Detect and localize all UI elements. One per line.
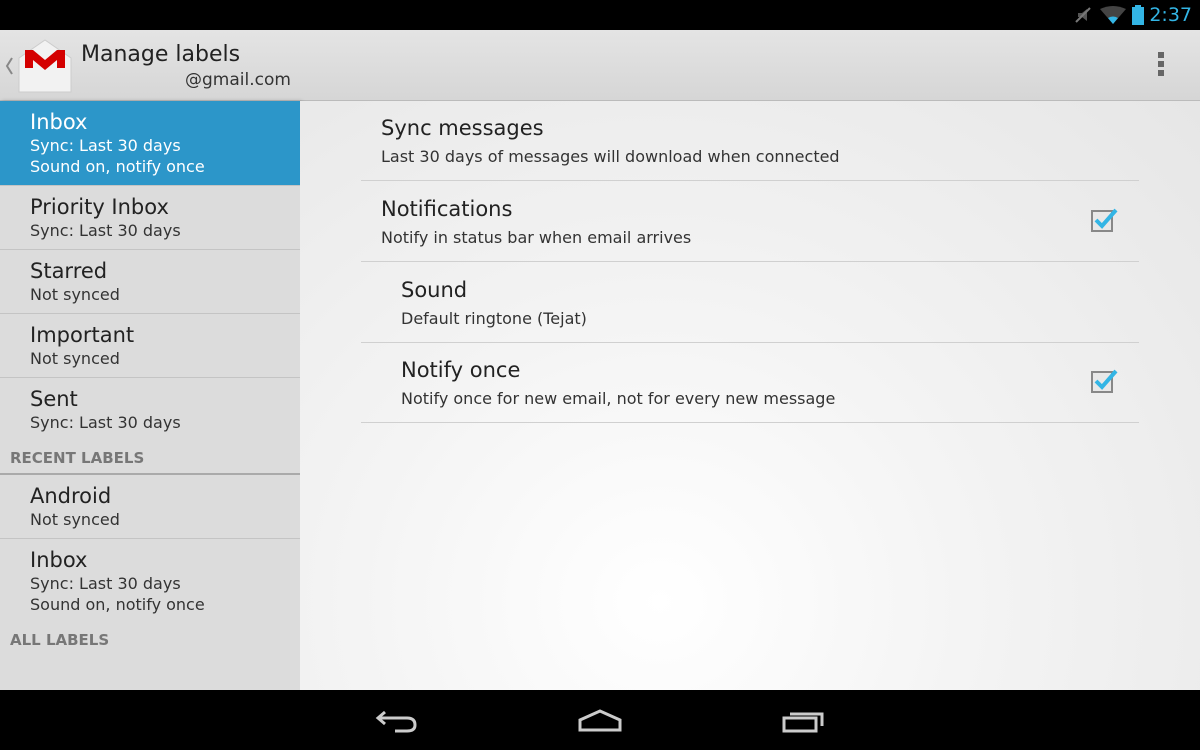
setting-title: Notifications	[381, 197, 513, 221]
gmail-logo-icon	[18, 39, 72, 93]
label-settings: Sync messages Last 30 days of messages wi…	[300, 101, 1200, 690]
label-sound: Sound on, notify once	[30, 157, 205, 176]
label-list[interactable]: Inbox Sync: Last 30 days Sound on, notify …	[0, 101, 300, 690]
back-icon[interactable]	[375, 708, 419, 734]
label-name: Android	[30, 484, 112, 508]
recent-labels-header: RECENT LABELS	[0, 441, 300, 475]
navigation-bar	[0, 690, 1200, 750]
account-email: @gmail.com	[185, 70, 291, 90]
clock: 2:37	[1149, 4, 1192, 26]
setting-desc: Notify once for new email, not for every…	[401, 389, 836, 408]
all-labels-header: ALL LABELS	[10, 631, 110, 649]
mute-icon	[1075, 7, 1091, 23]
checkmark-icon	[1094, 208, 1118, 229]
label-item-recent-inbox[interactable]: Inbox Sync: Last 30 days Sound on, notify …	[0, 539, 300, 623]
wifi-icon	[1100, 6, 1126, 24]
label-name: Priority Inbox	[30, 195, 169, 219]
page-title: Manage labels	[81, 42, 241, 67]
action-bar: Manage labels @gmail.com	[0, 30, 1200, 101]
setting-title: Notify once	[401, 358, 521, 382]
label-name: Starred	[30, 259, 108, 283]
battery-icon	[1132, 5, 1144, 25]
label-sound: Sound on, notify once	[30, 595, 205, 614]
recent-apps-icon[interactable]	[781, 708, 827, 734]
label-sync: Sync: Last 30 days	[30, 574, 181, 593]
label-name: Inbox	[30, 110, 88, 134]
notifications-setting[interactable]: Notifications Notify in status bar when e…	[361, 182, 1139, 262]
label-sync: Not synced	[30, 510, 120, 529]
label-name: Inbox	[30, 548, 88, 572]
label-item-inbox[interactable]: Inbox Sync: Last 30 days Sound on, notify …	[0, 101, 300, 186]
overflow-menu-icon[interactable]	[1158, 52, 1166, 79]
setting-desc: Last 30 days of messages will download w…	[381, 147, 840, 166]
status-bar: 2:37	[0, 0, 1200, 30]
notify-once-checkbox[interactable]	[1091, 369, 1118, 393]
setting-title: Sound	[401, 278, 468, 302]
sync-messages-setting[interactable]: Sync messages Last 30 days of messages wi…	[361, 101, 1139, 181]
up-button[interactable]	[0, 30, 78, 100]
sound-setting[interactable]: Sound Default ringtone (Tejat)	[361, 263, 1139, 343]
label-sync: Sync: Last 30 days	[30, 413, 181, 432]
notify-once-setting[interactable]: Notify once Notify once for new email, no…	[361, 343, 1139, 423]
checkmark-icon	[1094, 369, 1118, 390]
setting-desc: Default ringtone (Tejat)	[401, 309, 587, 328]
label-item-sent[interactable]: Sent Sync: Last 30 days	[0, 378, 300, 441]
setting-desc: Notify in status bar when email arrives	[381, 228, 692, 247]
setting-title: Sync messages	[381, 116, 544, 140]
home-icon[interactable]	[577, 708, 623, 734]
label-name: Important	[30, 323, 135, 347]
label-item-starred[interactable]: Starred Not synced	[0, 250, 300, 314]
label-sync: Not synced	[30, 349, 120, 368]
label-sync: Sync: Last 30 days	[30, 221, 181, 240]
label-sync: Sync: Last 30 days	[30, 136, 181, 155]
label-name: Sent	[30, 387, 78, 411]
notifications-checkbox[interactable]	[1091, 208, 1118, 232]
label-item-android[interactable]: Android Not synced	[0, 475, 300, 539]
label-sync: Not synced	[30, 285, 120, 304]
label-item-important[interactable]: Important Not synced	[0, 314, 300, 378]
label-item-priority-inbox[interactable]: Priority Inbox Sync: Last 30 days	[0, 186, 300, 250]
back-chevron-icon	[5, 57, 13, 75]
